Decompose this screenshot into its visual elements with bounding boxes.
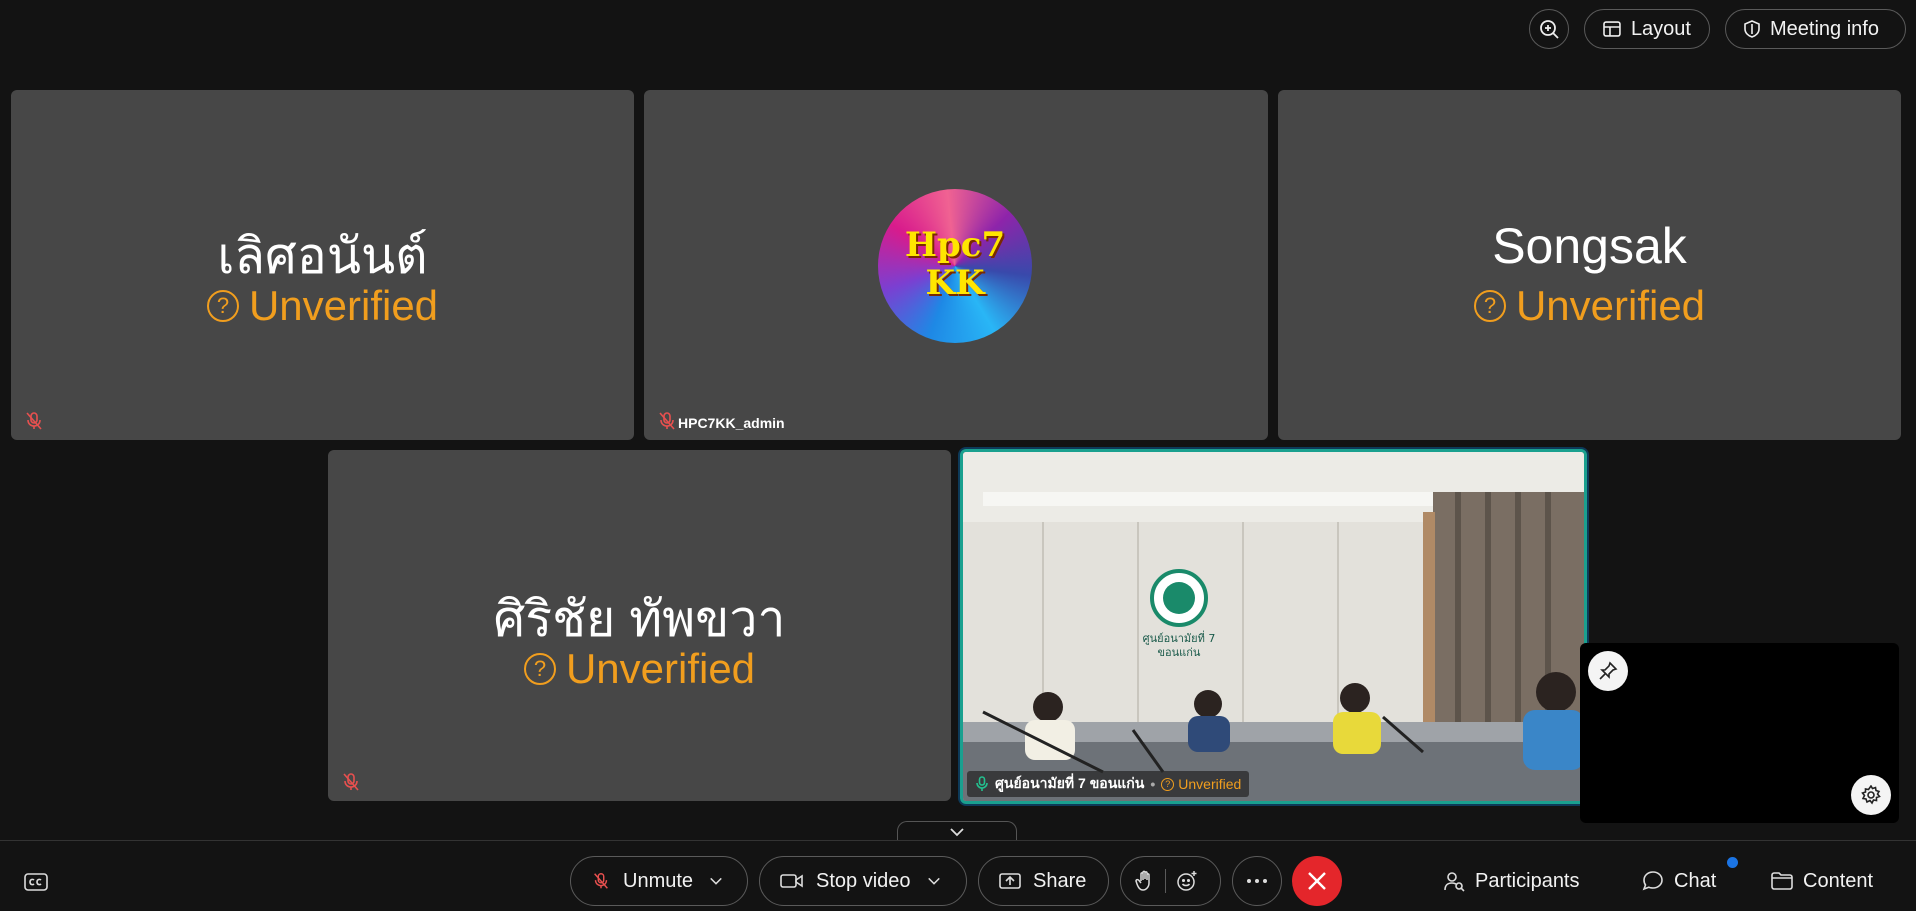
wall-sign-line2: ขอนแก่น [1158, 646, 1201, 659]
mic-active-icon [976, 776, 988, 791]
closed-captions-icon [24, 873, 48, 891]
pin-icon [1599, 661, 1618, 680]
folder-icon [1771, 872, 1793, 890]
status-label: Unverified [248, 282, 439, 329]
reactions-group [1120, 856, 1221, 906]
self-view[interactable] [1580, 643, 1899, 823]
video-camera-icon [780, 874, 803, 888]
participant-tile[interactable]: Hpc7 KK HPC7KK_admin [644, 90, 1268, 440]
avatar: Hpc7 KK [878, 189, 1032, 343]
chevron-down-icon [950, 828, 964, 837]
raise-hand-icon[interactable] [1135, 870, 1155, 892]
active-speaker-video-tile[interactable]: ศูนย์อนามัยที่ 7 ขอนแก่น ศูนย์อนามัยที่ … [960, 449, 1587, 804]
share-label: Share [1033, 869, 1087, 892]
video-name-label: ศูนย์อนามัยที่ 7 ขอนแก่น • ? Unverified [967, 771, 1250, 797]
zoom-in-icon [1540, 20, 1559, 39]
meeting-info-label: Meeting info [1770, 17, 1879, 40]
more-horizontal-icon [1247, 879, 1267, 883]
video-verification-status: ? Unverified [1161, 776, 1241, 792]
unmute-button[interactable]: Unmute [570, 856, 748, 906]
chat-button[interactable]: Chat [1642, 863, 1716, 899]
chat-bubble-icon [1642, 871, 1663, 891]
meeting-info-button[interactable]: Meeting info [1725, 9, 1906, 49]
participants-button[interactable]: Participants [1443, 863, 1580, 899]
gear-icon [1861, 785, 1881, 805]
close-icon [1308, 872, 1326, 890]
unmute-label: Unmute [623, 869, 694, 892]
verification-status: ? Unverified [11, 282, 634, 330]
layout-label: Layout [1630, 17, 1691, 40]
status-label: Unverified [1515, 282, 1706, 329]
question-icon: ? [206, 290, 239, 322]
question-icon: ? [1161, 777, 1175, 791]
video-feed: ศูนย์อนามัยที่ 7 ขอนแก่น [963, 452, 1584, 801]
participant-tile[interactable]: เลิศอนันต์ ? Unverified [11, 90, 634, 440]
chat-notification-badge [1727, 857, 1738, 868]
closed-captions-button[interactable] [24, 872, 48, 892]
mic-muted-icon [26, 412, 42, 430]
video-participant-name: ศูนย์อนามัยที่ 7 ขอนแก่น [995, 775, 1145, 791]
separator [1165, 869, 1166, 893]
pin-button[interactable] [1588, 651, 1628, 691]
share-button[interactable]: Share [978, 856, 1109, 906]
status-label: Unverified [565, 645, 756, 692]
mic-muted-icon [594, 873, 608, 889]
avatar-text-line1: Hpc7 [904, 225, 1006, 265]
content-label: Content [1803, 869, 1874, 892]
more-options-button[interactable] [1232, 856, 1282, 906]
collapse-toggle[interactable] [897, 821, 1017, 842]
verification-status: ? Unverified [1278, 282, 1901, 330]
share-screen-icon [999, 873, 1021, 889]
wall-sign-line1: ศูนย์อนามัยที่ 7 [1143, 630, 1216, 645]
content-button[interactable]: Content [1771, 863, 1873, 899]
verification-status: ? Unverified [328, 645, 951, 693]
emoji-reaction-icon[interactable] [1176, 870, 1198, 892]
layout-button[interactable]: Layout [1584, 9, 1710, 49]
leave-meeting-button[interactable] [1292, 856, 1342, 906]
chevron-down-icon[interactable] [709, 876, 723, 886]
status-label: Unverified [1178, 776, 1242, 792]
question-icon: ? [1473, 290, 1506, 322]
stop-video-button[interactable]: Stop video [759, 856, 967, 906]
chevron-down-icon[interactable] [927, 876, 941, 886]
participant-tile[interactable]: ศิริชัย ทัพขวา ? Unverified [328, 450, 951, 801]
shield-icon [1744, 20, 1760, 38]
question-icon: ? [523, 653, 556, 685]
layout-icon [1603, 21, 1621, 37]
zoom-in-button[interactable] [1529, 9, 1569, 49]
participants-icon [1444, 872, 1465, 892]
participant-tile[interactable]: Songsak ? Unverified [1278, 90, 1901, 440]
chat-label: Chat [1674, 869, 1717, 892]
participant-name: Songsak [1492, 218, 1687, 274]
stop-video-label: Stop video [816, 869, 911, 892]
mic-muted-icon [343, 773, 359, 791]
participant-name-tag: HPC7KK_admin [678, 415, 785, 431]
avatar-text-line2: KK [925, 263, 985, 303]
mic-muted-icon [659, 412, 675, 430]
participants-label: Participants [1475, 869, 1580, 892]
settings-button[interactable] [1851, 775, 1891, 815]
